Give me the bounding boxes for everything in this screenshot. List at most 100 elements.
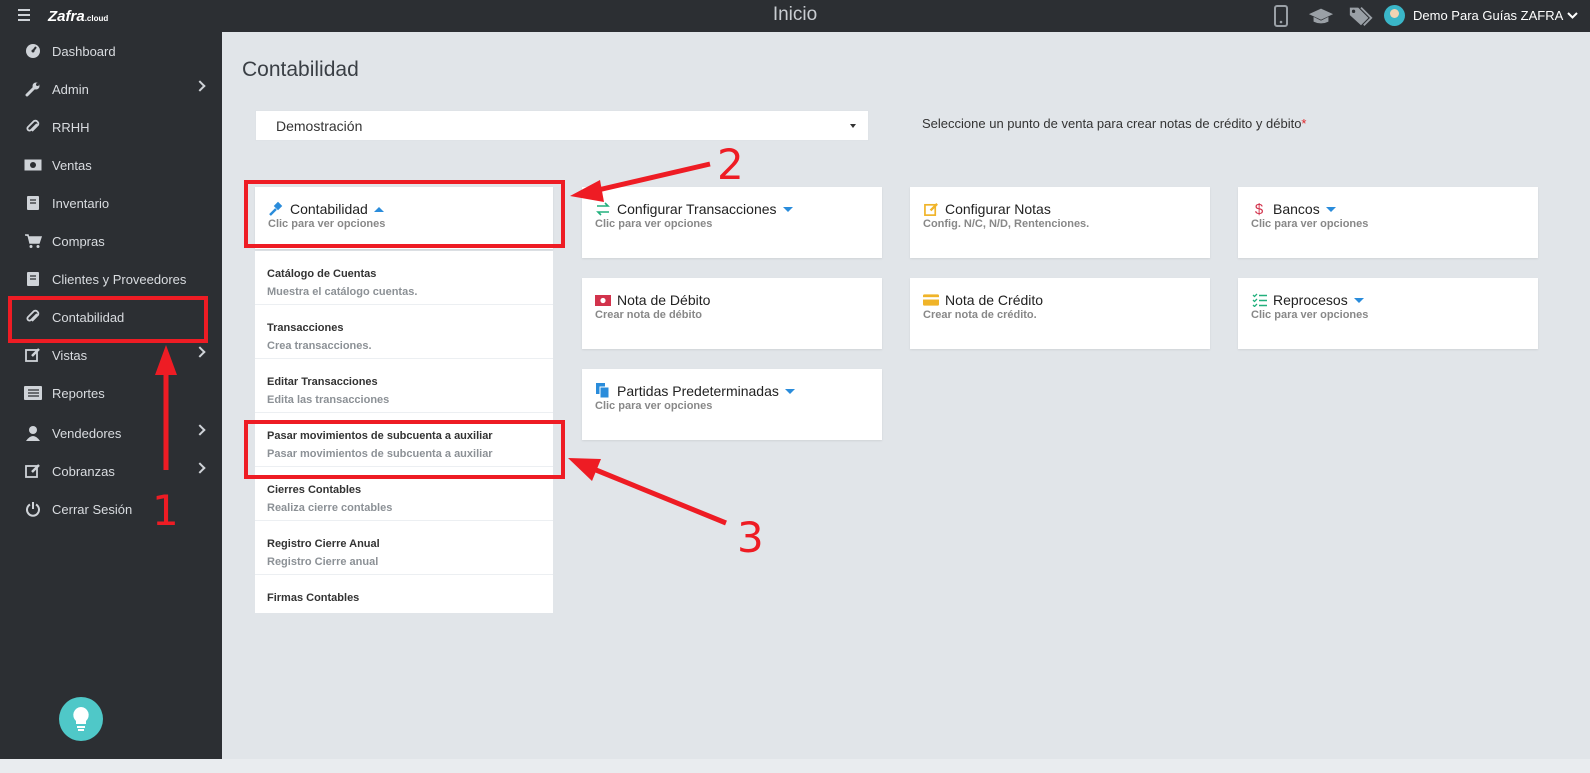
card-subtitle: Clic para ver opciones	[1251, 218, 1369, 230]
sidebar-item-ventas[interactable]: Ventas	[0, 146, 222, 184]
highlight-box-step3	[244, 420, 565, 479]
card-subtitle: Crear nota de crédito.	[923, 309, 1037, 321]
sidebar-item-dashboard[interactable]: Dashboard	[0, 32, 222, 70]
item-title: Catálogo de Cuentas	[267, 268, 377, 280]
sidebar-item-inventario[interactable]: Inventario	[0, 184, 222, 222]
graduation-cap-icon[interactable]	[1308, 4, 1334, 28]
book-icon	[24, 270, 42, 288]
card-configurar-notas[interactable]: Configurar Notas Config. N/C, N/D, Rente…	[910, 187, 1210, 258]
sidebar-item-label: RRHH	[52, 119, 90, 135]
user-name: Demo Para Guías ZAFRA	[1413, 8, 1564, 23]
sidebar-item-compras[interactable]: Compras	[0, 222, 222, 260]
sidebar-item-label: Cobranzas	[52, 463, 115, 479]
sidebar-item-admin[interactable]: Admin	[0, 70, 222, 108]
dropdown-item-editar-transacciones[interactable]: Editar Transacciones Edita las transacci…	[255, 359, 553, 413]
item-subtitle: Registro Cierre anual	[267, 556, 379, 568]
money-icon	[24, 156, 42, 174]
dropdown-item-firmas-contables[interactable]: Firmas Contables	[255, 575, 553, 613]
paperclip-icon	[24, 118, 42, 136]
card-title: Bancos	[1273, 201, 1320, 217]
sidebar-item-cerrar-sesion[interactable]: Cerrar Sesión	[0, 490, 222, 528]
menu-toggle-icon[interactable]	[18, 9, 30, 21]
card-title: Configurar Transacciones	[617, 201, 777, 217]
sidebar-item-label: Inventario	[52, 195, 110, 211]
lightbulb-icon	[73, 707, 89, 731]
caret-down-icon	[784, 388, 795, 394]
credit-card-icon	[923, 292, 939, 308]
copy-icon	[595, 383, 611, 399]
card-head: Reprocesos	[1251, 292, 1364, 308]
avatar[interactable]	[1384, 5, 1405, 26]
card-subtitle: Config. N/C, N/D, Rentenciones.	[923, 218, 1090, 230]
edit-icon	[24, 462, 42, 480]
card-subtitle: Clic para ver opciones	[595, 400, 713, 412]
dropdown-item-registro-cierre-anual[interactable]: Registro Cierre Anual Registro Cierre an…	[255, 521, 553, 575]
item-subtitle: Realiza cierre contables	[267, 502, 393, 514]
list-icon	[24, 384, 42, 402]
user-icon	[24, 424, 42, 442]
point-of-sale-select[interactable]: Demostración	[255, 110, 869, 141]
card-head: $ Bancos	[1251, 200, 1336, 218]
sidebar-item-reportes[interactable]: Reportes	[0, 374, 222, 412]
sidebar-item-label: Ventas	[52, 157, 92, 173]
card-partidas-predeterminadas[interactable]: Partidas Predeterminadas Clic para ver o…	[582, 369, 882, 440]
section-title: Contabilidad	[242, 58, 359, 81]
chevron-right-icon	[194, 346, 206, 358]
card-reprocesos[interactable]: Reprocesos Clic para ver opciones	[1238, 278, 1538, 349]
card-nota-debito[interactable]: Nota de Débito Crear nota de débito	[582, 278, 882, 349]
card-title: Configurar Notas	[945, 201, 1051, 217]
sidebar-item-cobranzas[interactable]: Cobranzas	[0, 452, 222, 490]
sidebar-item-label: Vistas	[52, 347, 88, 363]
select-value: Demostración	[276, 117, 363, 134]
card-title: Reprocesos	[1273, 292, 1348, 308]
chevron-right-icon	[194, 424, 206, 436]
checklist-icon	[1251, 292, 1267, 308]
edit-icon	[923, 201, 939, 217]
required-marker: *	[1301, 116, 1307, 131]
step-number-2: 2	[717, 140, 744, 189]
item-subtitle: Muestra el catálogo cuentas.	[267, 286, 418, 298]
item-title: Registro Cierre Anual	[267, 538, 380, 550]
card-nota-credito[interactable]: Nota de Crédito Crear nota de crédito.	[910, 278, 1210, 349]
card-subtitle: Clic para ver opciones	[1251, 309, 1369, 321]
top-bar: Zafra.cloud Inicio Demo Para Guías ZAFRA	[0, 0, 1590, 32]
card-head: Nota de Débito	[595, 292, 710, 308]
step-number-1: 1	[152, 486, 179, 535]
card-configurar-transacciones[interactable]: Configurar Transacciones Clic para ver o…	[582, 187, 882, 258]
card-title: Partidas Predeterminadas	[617, 383, 779, 399]
sidebar: Dashboard Admin RRHH Ventas Inventario C…	[0, 32, 222, 773]
item-subtitle: Crea transacciones.	[267, 340, 372, 352]
user-menu[interactable]: Demo Para Guías ZAFRA	[1413, 8, 1578, 23]
brand-logo[interactable]: Zafra.cloud	[48, 8, 108, 25]
tags-icon[interactable]	[1348, 4, 1374, 28]
card-title: Nota de Crédito	[945, 292, 1044, 308]
sidebar-item-clientes-proveedores[interactable]: Clientes y Proveedores	[0, 260, 222, 298]
sidebar-item-label: Cerrar Sesión	[52, 501, 133, 517]
sidebar-item-label: Vendedores	[52, 425, 122, 441]
caret-down-icon	[850, 124, 856, 128]
sidebar-item-label: Dashboard	[52, 43, 116, 59]
help-bulb-button[interactable]	[59, 697, 103, 741]
step-number-3: 3	[737, 513, 764, 562]
sidebar-item-rrhh[interactable]: RRHH	[0, 108, 222, 146]
dropdown-item-catalogo-cuentas[interactable]: Catálogo de Cuentas Muestra el catálogo …	[255, 251, 553, 305]
mobile-icon[interactable]	[1268, 4, 1294, 28]
item-title: Firmas Contables	[267, 592, 360, 604]
card-head: Configurar Transacciones	[595, 201, 793, 217]
dollar-icon: $	[1254, 200, 1264, 218]
dropdown-item-transacciones[interactable]: Transacciones Crea transacciones.	[255, 305, 553, 359]
bottom-strip	[0, 759, 1590, 773]
item-title: Transacciones	[267, 322, 344, 334]
sidebar-item-label: Reportes	[52, 385, 105, 401]
caret-down-icon	[1353, 297, 1364, 303]
card-title: Nota de Débito	[617, 292, 711, 308]
sidebar-item-label: Clientes y Proveedores	[52, 271, 187, 287]
chevron-right-icon	[194, 80, 206, 92]
sidebar-item-vendedores[interactable]: Vendedores	[0, 414, 222, 452]
item-title: Cierres Contables	[267, 484, 362, 496]
card-head: Configurar Notas	[923, 201, 1051, 217]
item-title: Editar Transacciones	[267, 376, 378, 388]
card-head: Nota de Crédito	[923, 292, 1043, 308]
card-bancos[interactable]: $ Bancos Clic para ver opciones	[1238, 187, 1538, 258]
hint-text: Seleccione un punto de venta para crear …	[922, 116, 1302, 131]
